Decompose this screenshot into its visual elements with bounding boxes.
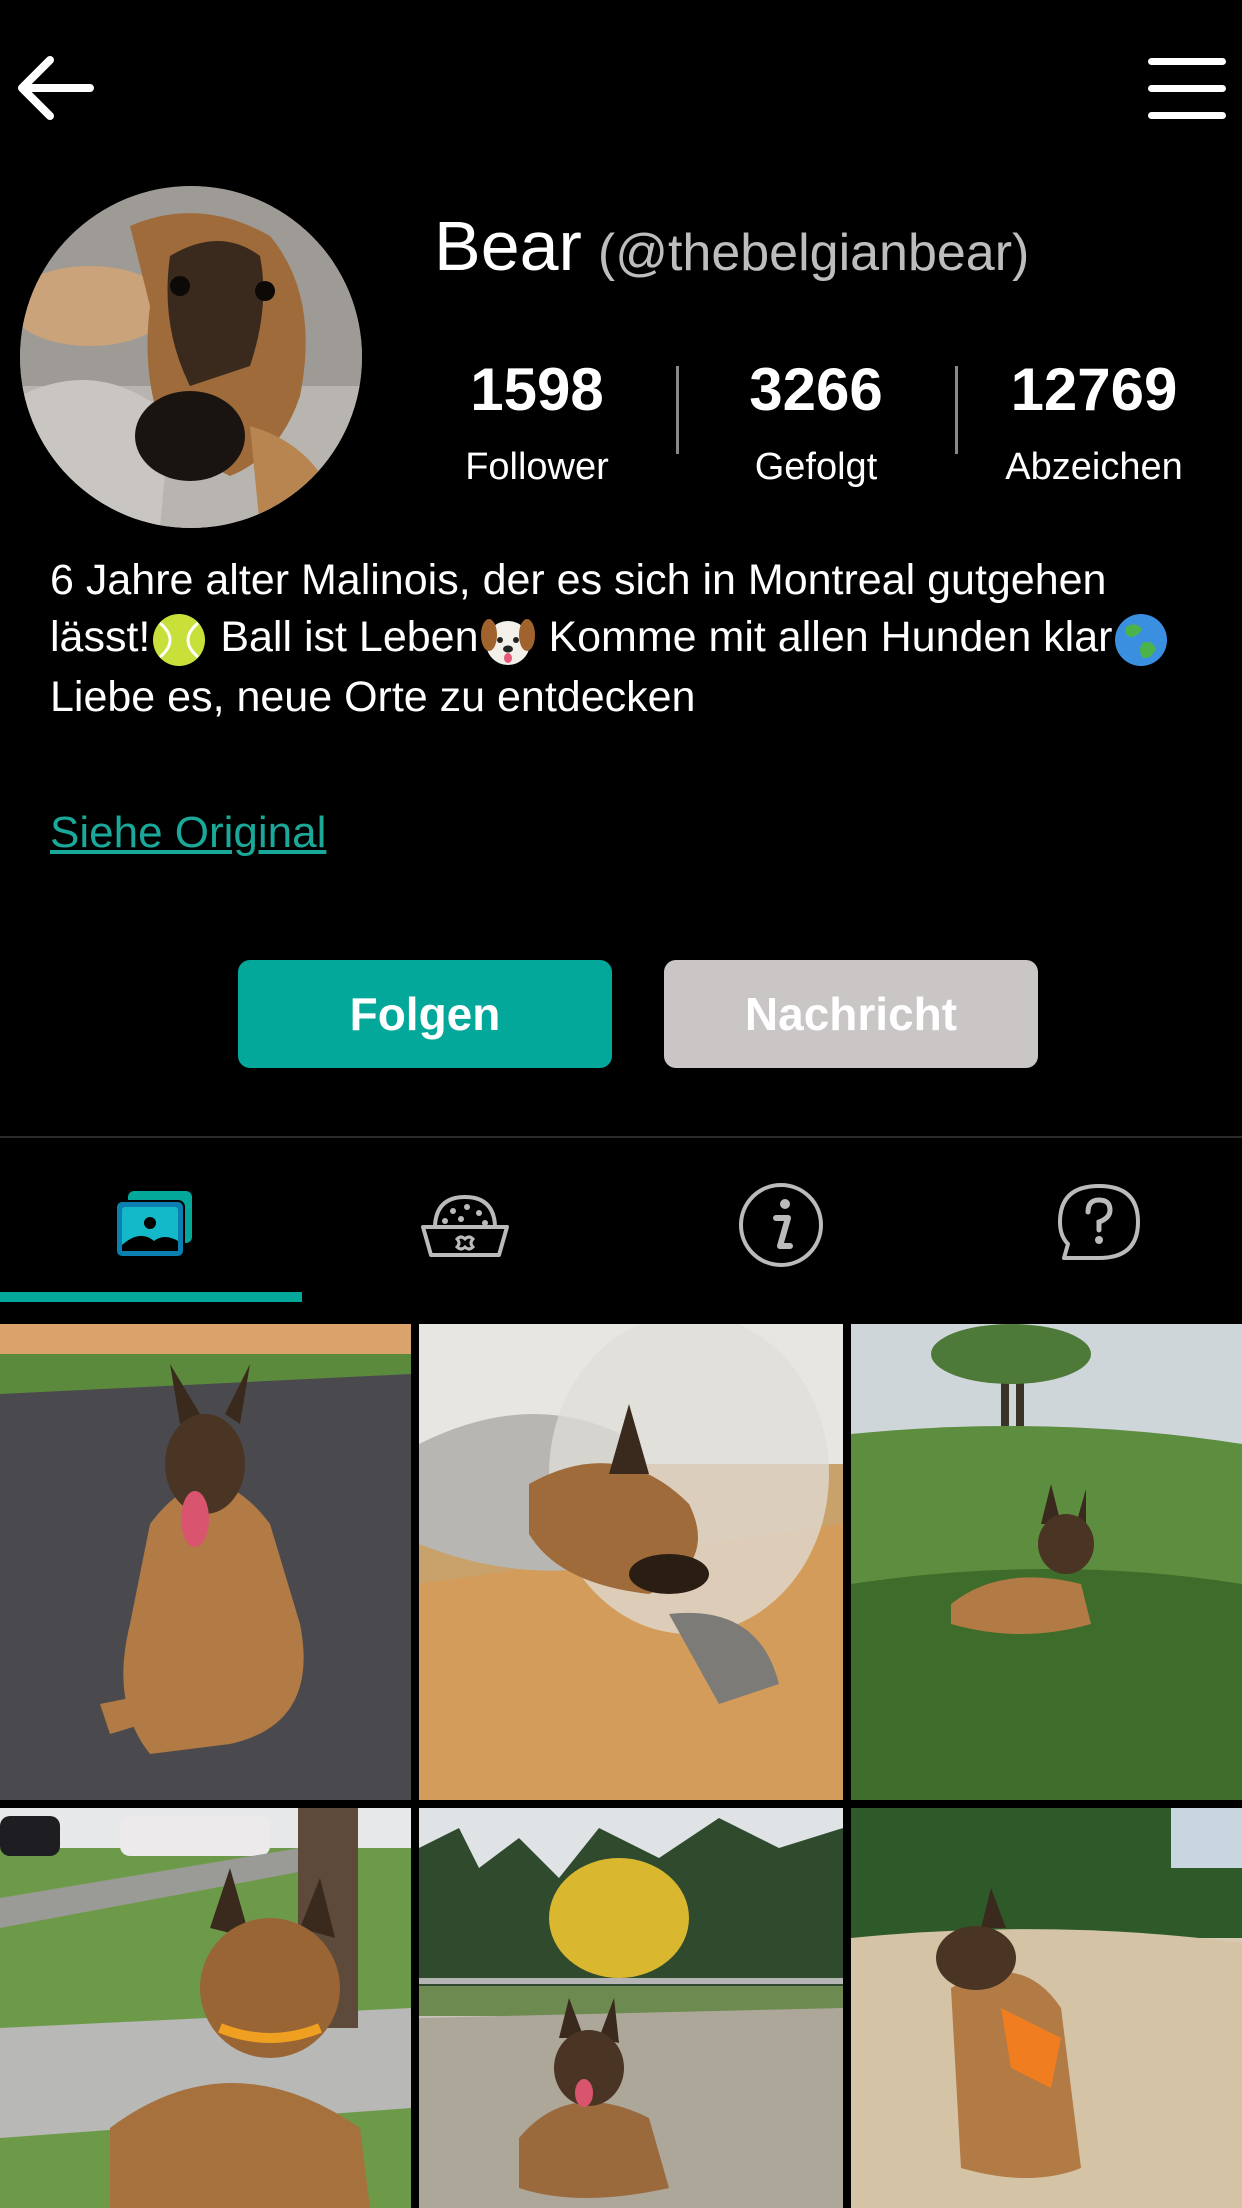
- back-button[interactable]: [10, 48, 100, 128]
- food-bowl-icon: [421, 1194, 509, 1257]
- tab-food[interactable]: [310, 1160, 620, 1290]
- stat-following[interactable]: 3266 Gefolgt: [686, 352, 946, 489]
- see-original-link[interactable]: Siehe Original: [50, 808, 326, 858]
- stat-divider: [955, 366, 958, 454]
- stat-badges-label: Abzeichen: [1005, 446, 1183, 488]
- stat-follower-value: 1598: [470, 356, 604, 423]
- grid-photo[interactable]: [419, 1324, 843, 1800]
- active-tab-indicator: [0, 1292, 302, 1302]
- grid-photo[interactable]: [419, 1808, 843, 2208]
- grid-photo[interactable]: [0, 1324, 411, 1800]
- question-chat-icon: [1058, 1184, 1140, 1260]
- stat-follower-label: Follower: [465, 446, 609, 488]
- tennis-ball-icon: [153, 613, 206, 666]
- tab-info[interactable]: [626, 1160, 936, 1290]
- dog-photo: [20, 186, 362, 528]
- stat-divider: [676, 366, 679, 454]
- info-icon: [739, 1183, 823, 1267]
- avatar[interactable]: [20, 186, 362, 528]
- arrow-left-icon: [18, 56, 94, 120]
- menu-button[interactable]: [1140, 48, 1230, 128]
- stat-following-label: Gefolgt: [754, 446, 878, 488]
- grid-photo[interactable]: [851, 1808, 1242, 2208]
- message-button[interactable]: Nachricht: [664, 960, 1038, 1068]
- stat-follower[interactable]: 1598 Follower: [407, 352, 667, 489]
- profile-name: Bear: [434, 207, 582, 285]
- profile-handle: (@thebelgianbear): [597, 224, 1030, 282]
- stat-badges-value: 12769: [1010, 356, 1178, 423]
- profile-bio: 6 Jahre alter Malinois, der es sich in M…: [50, 552, 1190, 726]
- photos-icon: [115, 1191, 192, 1258]
- stat-following-value: 3266: [749, 356, 883, 423]
- tab-help[interactable]: [944, 1160, 1242, 1290]
- hamburger-menu-icon: [1148, 58, 1226, 119]
- bio-text-4: Liebe es, neue Orte zu entdecken: [50, 672, 696, 721]
- grid-photo[interactable]: [0, 1808, 411, 2208]
- dog-face-icon: [480, 618, 535, 665]
- section-divider: [0, 1136, 1242, 1138]
- bio-text-2: Ball ist Leben: [208, 613, 479, 661]
- bio-text-3: Komme mit allen Hunden klar: [536, 613, 1113, 661]
- tab-photos[interactable]: [0, 1160, 310, 1290]
- grid-photo[interactable]: [851, 1324, 1242, 1800]
- globe-icon: [1115, 613, 1168, 666]
- follow-button[interactable]: Folgen: [238, 960, 612, 1068]
- profile-name-row: Bear (@thebelgianbear): [434, 206, 1029, 286]
- stat-badges[interactable]: 12769 Abzeichen: [964, 352, 1224, 489]
